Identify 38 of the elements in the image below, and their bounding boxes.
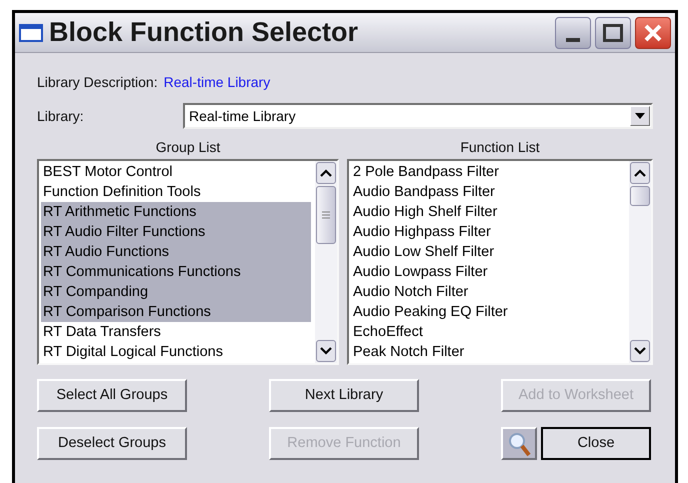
minimize-button[interactable] (555, 16, 591, 48)
action-button[interactable]: Close (541, 427, 651, 460)
magnifier-icon[interactable] (507, 430, 531, 456)
chevron-up-icon[interactable] (634, 169, 646, 177)
window-icon (19, 24, 43, 42)
scroll-thumb[interactable] (630, 186, 650, 206)
maximize-button[interactable] (595, 16, 631, 48)
description-label: Library Description: (37, 72, 158, 92)
scroll-thumb[interactable] (316, 186, 336, 244)
list-item[interactable]: RT Audio Functions (41, 242, 312, 262)
scroll-down-button[interactable] (630, 340, 650, 362)
list-item[interactable]: RT Communications Functions (41, 262, 312, 282)
scroll-up-button[interactable] (316, 162, 336, 184)
list-item[interactable]: RT Audio Filter Functions (41, 222, 312, 242)
action-button[interactable]: Select All Groups (37, 379, 187, 412)
list-heading: Group List (154, 138, 222, 157)
search-button[interactable] (501, 427, 537, 460)
close-icon[interactable] (643, 22, 663, 42)
scroll-up-button[interactable] (630, 162, 650, 184)
close-button[interactable] (635, 16, 671, 48)
list-item[interactable]: RT Arithmetic Functions (41, 202, 312, 222)
library-dropdown[interactable]: Real-time Library (183, 103, 653, 129)
action-button[interactable]: Deselect Groups (37, 427, 187, 460)
minimize-icon[interactable] (566, 38, 580, 42)
window-title: Block Function Selector (49, 19, 358, 46)
scroll-down-button[interactable] (316, 340, 336, 362)
list-item[interactable]: RT Comparison Functions (41, 302, 312, 322)
scrollbar[interactable] (315, 161, 338, 363)
chevron-up-icon[interactable] (320, 169, 332, 177)
action-button[interactable]: Next Library (269, 379, 419, 412)
maximize-icon[interactable] (603, 24, 623, 42)
description-value: Real-time Library (164, 72, 270, 92)
list-item[interactable]: RT Companding (41, 282, 312, 302)
scrollbar[interactable] (629, 161, 651, 363)
list-heading: Function List (459, 138, 541, 157)
library-label: Library: (37, 106, 85, 126)
chevron-down-icon[interactable] (634, 347, 646, 355)
chevron-down-icon[interactable] (320, 347, 332, 355)
